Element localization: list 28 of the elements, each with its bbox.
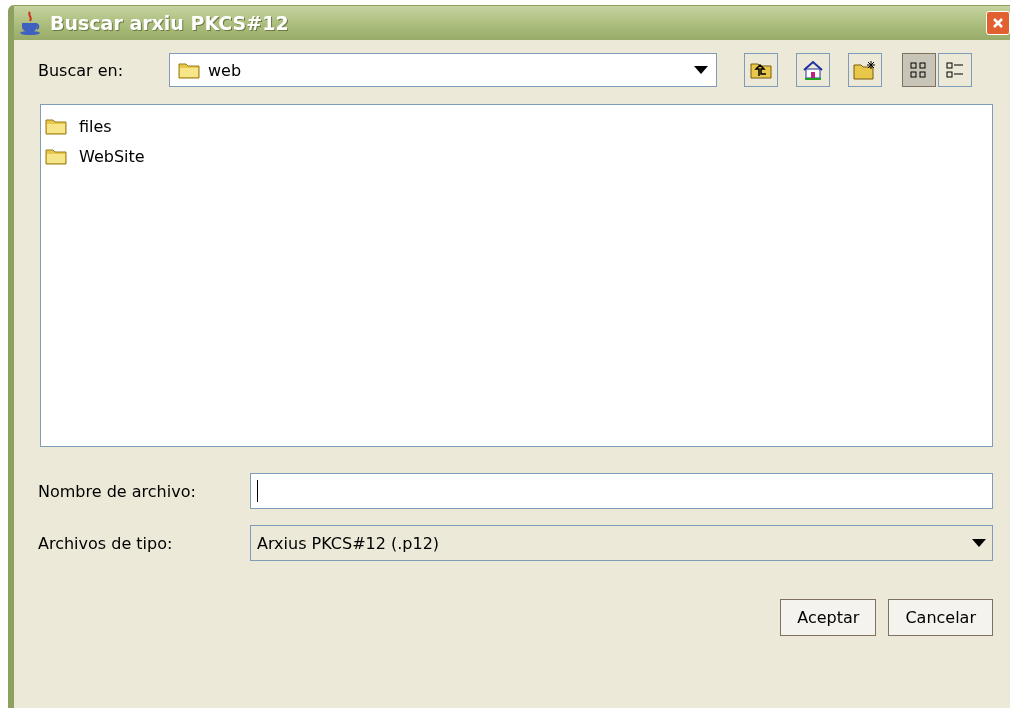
folder-item[interactable]: files bbox=[45, 111, 988, 141]
folder-up-icon bbox=[750, 61, 772, 79]
details-view-icon bbox=[945, 60, 965, 80]
folder-icon bbox=[178, 61, 200, 79]
list-view-button[interactable] bbox=[902, 53, 936, 87]
home-button[interactable] bbox=[796, 53, 830, 87]
dropdown-arrow-icon bbox=[694, 66, 708, 74]
list-view-icon bbox=[909, 60, 929, 80]
up-folder-button[interactable] bbox=[744, 53, 778, 87]
file-type-label: Archivos de tipo: bbox=[37, 533, 174, 553]
dialog-button[interactable]: Aceptar bbox=[780, 599, 877, 636]
close-icon bbox=[992, 17, 1004, 29]
home-icon bbox=[802, 60, 824, 80]
folder-item[interactable]: WebSite bbox=[45, 141, 988, 171]
dialog-button[interactable]: Cancelar bbox=[888, 599, 993, 636]
file-name-label: Nombre de archivo: bbox=[37, 481, 197, 501]
folder-icon bbox=[45, 117, 67, 135]
folder-icon bbox=[45, 147, 67, 165]
file-name-field[interactable] bbox=[250, 473, 993, 509]
look-in-dropdown[interactable]: web bbox=[169, 53, 717, 87]
look-in-label: Buscar en: bbox=[38, 60, 125, 80]
window-title: Buscar arxiu PKCS#12 bbox=[50, 12, 290, 34]
file-type-dropdown[interactable]: Arxius PKCS#12 (.p12) bbox=[250, 525, 993, 561]
new-folder-button[interactable] bbox=[848, 53, 882, 87]
details-view-button[interactable] bbox=[938, 53, 972, 87]
close-button[interactable] bbox=[986, 11, 1010, 35]
new-folder-icon bbox=[853, 60, 877, 80]
dropdown-arrow-icon bbox=[972, 539, 986, 547]
